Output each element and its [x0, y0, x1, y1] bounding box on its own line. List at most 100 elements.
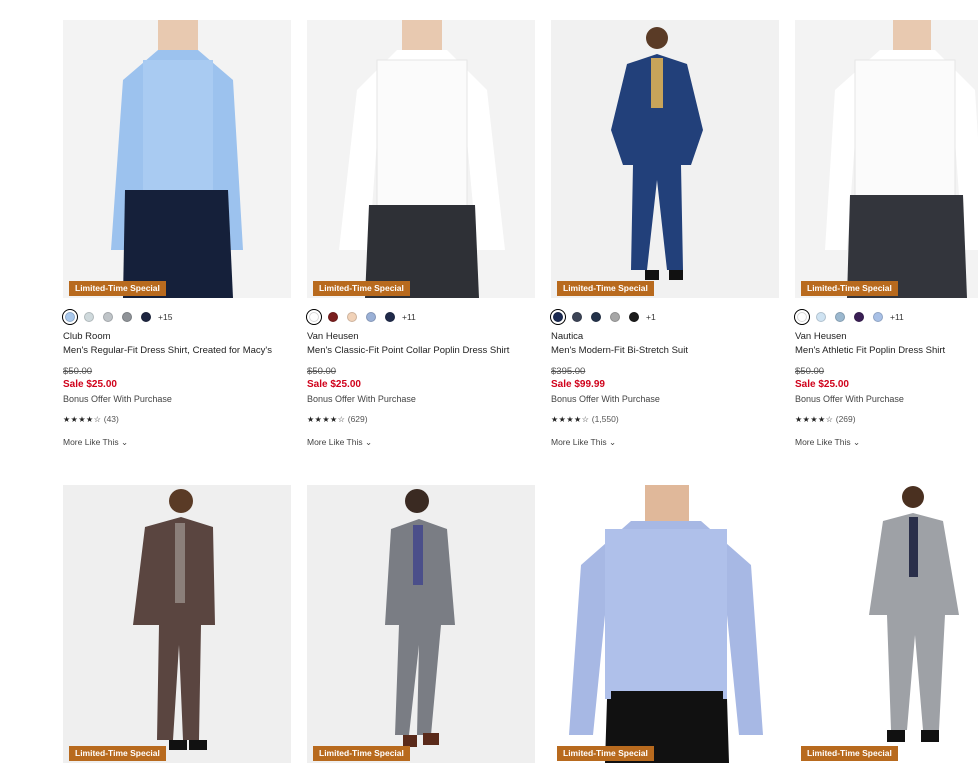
chevron-down-icon: ⌄ [852, 437, 861, 447]
product-image[interactable]: Limited-Time Special [795, 20, 978, 298]
original-price: $50.00 [307, 366, 337, 377]
limited-time-badge: Limited-Time Special [69, 746, 166, 761]
swatch-3[interactable] [103, 312, 113, 322]
rating: ★★★★☆ (269) [795, 414, 856, 424]
product-photo [551, 485, 779, 763]
limited-time-badge: Limited-Time Special [801, 746, 898, 761]
review-count: (1,550) [591, 414, 619, 424]
product-name[interactable]: Men's Modern-Fit Bi-Stretch Suit [551, 345, 688, 356]
product-brand: Van Heusen [795, 331, 847, 342]
limited-time-badge: Limited-Time Special [557, 281, 654, 296]
swatch-3[interactable] [835, 312, 845, 322]
sale-price: Sale $25.00 [307, 379, 361, 390]
product-card[interactable]: Limited-Time Special +1 Nautica Men's Mo… [550, 20, 779, 447]
review-count: (43) [103, 414, 119, 424]
rating-stars: ★★★★☆ [307, 415, 346, 424]
product-card[interactable]: Limited-Time Special +15 Club Room Men's… [62, 20, 291, 447]
swatch-4[interactable] [854, 312, 864, 322]
more-like-this-link[interactable]: More Like This ⌄ [63, 437, 128, 448]
product-brand: Nautica [551, 331, 584, 342]
rating-stars: ★★★★☆ [551, 415, 590, 424]
product-card[interactable]: Limited-Time Special [795, 485, 978, 763]
product-name[interactable]: Men's Regular-Fit Dress Shirt, Created f… [63, 345, 272, 356]
limited-time-badge: Limited-Time Special [801, 281, 898, 296]
more-like-this-link[interactable]: More Like This ⌄ [551, 437, 616, 448]
more-like-this-label: More Like This [307, 437, 363, 447]
product-card[interactable]: Limited-Time Special [551, 485, 779, 763]
swatch-5[interactable] [873, 312, 883, 322]
swatch-2[interactable] [84, 312, 94, 322]
more-like-this-label: More Like This [795, 437, 851, 447]
sale-price: Sale $25.00 [795, 379, 849, 390]
product-brand: Club Room [63, 331, 111, 342]
product-image[interactable]: Limited-Time Special [63, 485, 291, 763]
swatch-1[interactable] [306, 309, 322, 325]
chevron-down-icon: ⌄ [364, 437, 373, 447]
product-card[interactable]: Limited-Time Special +11 Van Heusen Men'… [794, 20, 978, 447]
product-photo [63, 485, 291, 763]
color-swatches: +11 [306, 309, 416, 325]
swatch-5[interactable] [629, 312, 639, 322]
bonus-offer[interactable]: Bonus Offer With Purchase [63, 394, 172, 404]
rating: ★★★★☆ (629) [307, 414, 368, 424]
rating: ★★★★☆ (43) [63, 414, 119, 424]
chevron-down-icon: ⌄ [608, 437, 617, 447]
limited-time-badge: Limited-Time Special [557, 746, 654, 761]
limited-time-badge: Limited-Time Special [69, 281, 166, 296]
product-photo [63, 20, 291, 298]
product-photo [307, 485, 535, 763]
more-colors[interactable]: +11 [402, 312, 416, 322]
swatch-1[interactable] [794, 309, 810, 325]
more-like-this-link[interactable]: More Like This ⌄ [307, 437, 372, 448]
product-photo [795, 20, 978, 298]
swatch-4[interactable] [122, 312, 132, 322]
product-image[interactable]: Limited-Time Special [551, 485, 779, 763]
product-name[interactable]: Men's Classic-Fit Point Collar Poplin Dr… [307, 345, 509, 356]
swatch-2[interactable] [816, 312, 826, 322]
rating-stars: ★★★★☆ [63, 415, 102, 424]
swatch-2[interactable] [328, 312, 338, 322]
original-price: $50.00 [63, 366, 93, 377]
color-swatches: +1 [550, 309, 656, 325]
product-card[interactable]: Limited-Time Special [307, 485, 535, 763]
product-photo [795, 485, 978, 763]
swatch-5[interactable] [385, 312, 395, 322]
product-card[interactable]: Limited-Time Special +11 Van Heusen Men'… [306, 20, 535, 447]
rating: ★★★★☆ (1,550) [551, 414, 619, 424]
product-image[interactable]: Limited-Time Special [551, 20, 779, 298]
product-image[interactable]: Limited-Time Special [795, 485, 978, 763]
more-like-this-link[interactable]: More Like This ⌄ [795, 437, 860, 448]
more-colors[interactable]: +11 [890, 312, 904, 322]
product-image[interactable]: Limited-Time Special [307, 20, 535, 298]
color-swatches: +11 [794, 309, 904, 325]
swatch-4[interactable] [366, 312, 376, 322]
swatch-4[interactable] [610, 312, 620, 322]
swatch-1[interactable] [62, 309, 78, 325]
product-photo [551, 20, 779, 298]
rating-stars: ★★★★☆ [795, 415, 834, 424]
sale-price: Sale $25.00 [63, 379, 117, 390]
more-colors[interactable]: +15 [158, 312, 172, 322]
bonus-offer[interactable]: Bonus Offer With Purchase [795, 394, 904, 404]
more-colors[interactable]: +1 [646, 312, 656, 322]
color-swatches: +15 [62, 309, 172, 325]
product-name[interactable]: Men's Athletic Fit Poplin Dress Shirt [795, 345, 945, 356]
review-count: (269) [835, 414, 856, 424]
swatch-3[interactable] [347, 312, 357, 322]
more-like-this-label: More Like This [551, 437, 607, 447]
product-image[interactable]: Limited-Time Special [307, 485, 535, 763]
limited-time-badge: Limited-Time Special [313, 746, 410, 761]
swatch-2[interactable] [572, 312, 582, 322]
more-like-this-label: More Like This [63, 437, 119, 447]
swatch-5[interactable] [141, 312, 151, 322]
bonus-offer[interactable]: Bonus Offer With Purchase [551, 394, 660, 404]
bonus-offer[interactable]: Bonus Offer With Purchase [307, 394, 416, 404]
review-count: (629) [347, 414, 368, 424]
product-photo [307, 20, 535, 298]
product-card[interactable]: Limited-Time Special [63, 485, 291, 763]
original-price: $395.00 [551, 366, 586, 377]
product-image[interactable]: Limited-Time Special [63, 20, 291, 298]
swatch-3[interactable] [591, 312, 601, 322]
chevron-down-icon: ⌄ [120, 437, 129, 447]
swatch-1[interactable] [550, 309, 566, 325]
